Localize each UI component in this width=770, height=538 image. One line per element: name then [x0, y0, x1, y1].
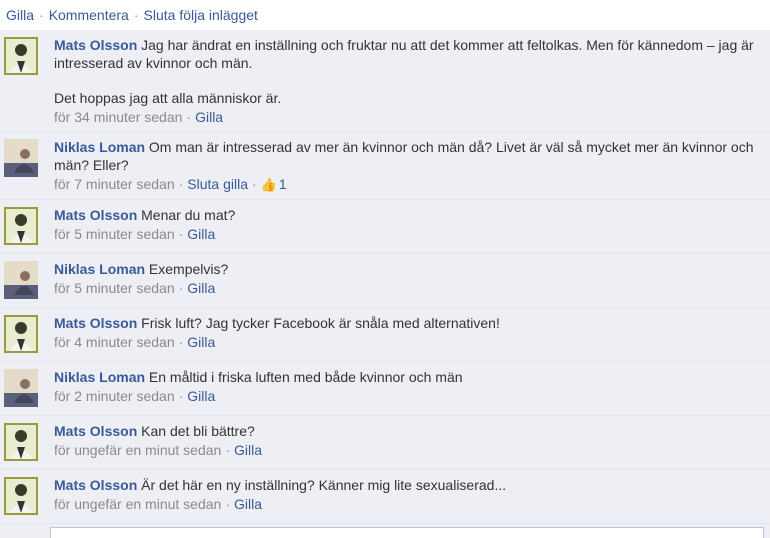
- avatar-mats-olsson[interactable]: [4, 37, 38, 75]
- comment-timestamp: för ungefär en minut sedan: [54, 442, 222, 458]
- comment-meta: för 2 minuter sedan · Gilla: [54, 387, 760, 405]
- like-comment-link[interactable]: Gilla: [187, 280, 215, 296]
- comment-item: Niklas Loman En måltid i friska luften m…: [0, 362, 770, 416]
- comment-item: Mats Olsson Kan det bli bättre? för unge…: [0, 416, 770, 470]
- comment-author-link[interactable]: Niklas Loman: [54, 139, 145, 155]
- avatar-niklas-loman[interactable]: [4, 139, 38, 177]
- post-actions: Gilla · Kommentera · Sluta följa inlägget: [0, 0, 770, 30]
- comment-timestamp: för 5 minuter sedan: [54, 280, 175, 296]
- comment-text: Mats Olsson Menar du mat?: [54, 206, 760, 224]
- comment-text: Niklas Loman En måltid i friska luften m…: [54, 368, 760, 386]
- like-comment-link[interactable]: Gilla: [187, 226, 215, 242]
- comment-body: Det hoppas jag att alla människor är.: [54, 90, 282, 106]
- comment-body: En måltid i friska luften med både kvinn…: [148, 369, 463, 385]
- comment-item: Mats Olsson Jag har ändrat en inställnin…: [0, 30, 770, 132]
- comment-author-link[interactable]: Mats Olsson: [54, 477, 137, 493]
- comment-item: Mats Olsson Är det här en ny inställning…: [0, 470, 770, 524]
- comment-post-link[interactable]: Kommentera: [49, 7, 129, 23]
- comment-timestamp: för 7 minuter sedan: [54, 176, 175, 192]
- comment-meta: för 4 minuter sedan · Gilla: [54, 333, 760, 351]
- comment-body: Jag har ändrat en inställning och frukta…: [54, 37, 754, 71]
- comment-body: Är det här en ny inställning? Känner mig…: [141, 477, 507, 493]
- separator: ·: [186, 109, 192, 125]
- like-comment-link[interactable]: Gilla: [187, 388, 215, 404]
- comment-list: Mats Olsson Jag har ändrat en inställnin…: [0, 30, 770, 538]
- like-comment-link[interactable]: Gilla: [234, 442, 262, 458]
- comment-item: Niklas Loman Om man är intresserad av me…: [0, 132, 770, 200]
- comment-timestamp: för ungefär en minut sedan: [54, 496, 222, 512]
- comment-body: Menar du mat?: [141, 207, 236, 223]
- comment-item: Mats Olsson Menar du mat? för 5 minuter …: [0, 200, 770, 254]
- comment-text: Mats Olsson Jag har ändrat en inställnin…: [54, 36, 760, 107]
- unlike-comment-link[interactable]: Sluta gilla: [187, 176, 248, 192]
- avatar-niklas-loman[interactable]: [4, 261, 38, 299]
- comment-meta: för 5 minuter sedan · Gilla: [54, 225, 760, 243]
- avatar-mats-olsson[interactable]: [4, 477, 38, 515]
- separator: ·: [178, 388, 184, 404]
- comment-meta: för ungefär en minut sedan · Gilla: [54, 495, 760, 513]
- comment-meta: för 34 minuter sedan · Gilla: [54, 108, 760, 126]
- comment-meta: för 7 minuter sedan · Sluta gilla · 👍 1: [54, 175, 760, 194]
- avatar-mats-olsson[interactable]: [4, 423, 38, 461]
- separator: ·: [133, 7, 139, 23]
- like-comment-link[interactable]: Gilla: [195, 109, 223, 125]
- comment-text: Niklas Loman Om man är intresserad av me…: [54, 138, 760, 174]
- like-count-link[interactable]: 👍 1: [261, 176, 287, 192]
- comment-text: Mats Olsson Frisk luft? Jag tycker Faceb…: [54, 314, 760, 332]
- comment-author-link[interactable]: Mats Olsson: [54, 207, 137, 223]
- separator: ·: [252, 176, 257, 192]
- separator: ·: [225, 442, 231, 458]
- comment-text: Mats Olsson Är det här en ny inställning…: [54, 476, 760, 494]
- comment-meta: för 5 minuter sedan · Gilla: [54, 279, 760, 297]
- like-post-link[interactable]: Gilla: [6, 7, 34, 23]
- like-comment-link[interactable]: Gilla: [234, 496, 262, 512]
- comment-author-link[interactable]: Niklas Loman: [54, 261, 145, 277]
- like-count: 1: [278, 176, 287, 192]
- comment-item: Mats Olsson Frisk luft? Jag tycker Faceb…: [0, 308, 770, 362]
- avatar-mats-olsson[interactable]: [4, 315, 38, 353]
- avatar-mats-olsson[interactable]: [4, 207, 38, 245]
- comment-item: Niklas Loman Exempelvis? för 5 minuter s…: [0, 254, 770, 308]
- unfollow-post-link[interactable]: Sluta följa inlägget: [144, 7, 258, 23]
- separator: ·: [178, 334, 184, 350]
- comment-meta: för ungefär en minut sedan · Gilla: [54, 441, 760, 459]
- comment-author-link[interactable]: Mats Olsson: [54, 315, 137, 331]
- separator: ·: [39, 7, 44, 23]
- comment-author-link[interactable]: Mats Olsson: [54, 423, 137, 439]
- separator: ·: [178, 280, 184, 296]
- comment-body: Frisk luft? Jag tycker Facebook är snåla…: [141, 315, 500, 331]
- comment-text: Mats Olsson Kan det bli bättre?: [54, 422, 760, 440]
- comment-body: Kan det bli bättre?: [141, 423, 255, 439]
- comment-timestamp: för 2 minuter sedan: [54, 388, 175, 404]
- comment-body: Om man är intresserad av mer än kvinnor …: [54, 139, 754, 173]
- comment-timestamp: för 4 minuter sedan: [54, 334, 175, 350]
- separator: ·: [178, 226, 184, 242]
- separator: ·: [225, 496, 231, 512]
- comment-timestamp: för 34 minuter sedan: [54, 109, 183, 125]
- comment-timestamp: för 5 minuter sedan: [54, 226, 175, 242]
- write-comment-input[interactable]: [50, 527, 764, 538]
- comment-author-link[interactable]: Mats Olsson: [54, 37, 137, 53]
- separator: ·: [178, 176, 184, 192]
- thumbs-up-icon: 👍: [260, 177, 277, 192]
- avatar-niklas-loman[interactable]: [4, 369, 38, 407]
- comment-body: Exempelvis?: [148, 261, 229, 277]
- comment-text: Niklas Loman Exempelvis?: [54, 260, 760, 278]
- comment-author-link[interactable]: Niklas Loman: [54, 369, 145, 385]
- like-comment-link[interactable]: Gilla: [187, 334, 215, 350]
